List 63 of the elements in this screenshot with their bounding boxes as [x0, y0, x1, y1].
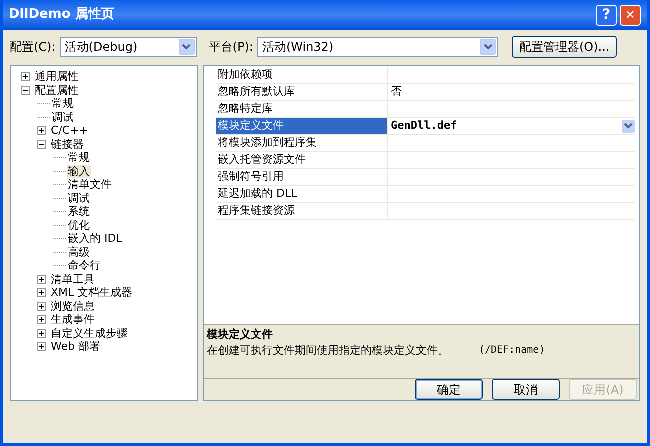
property-name: 忽略特定库	[216, 101, 388, 117]
property-row[interactable]: 嵌入托管资源文件	[216, 152, 635, 169]
property-row[interactable]: 延迟加载的 DLL	[216, 186, 635, 203]
tree-item[interactable]: 生成事件	[50, 313, 96, 326]
tree-item[interactable]: 命令行	[67, 259, 102, 272]
window-title: DllDemo 属性页	[9, 6, 114, 24]
property-row[interactable]: 强制符号引用	[216, 169, 635, 186]
tree-item[interactable]: C/C++	[50, 124, 90, 138]
close-button[interactable]: ✕	[620, 4, 641, 26]
property-name: 强制符号引用	[216, 169, 388, 185]
tree-item[interactable]: 链接器	[50, 138, 85, 151]
expand-icon[interactable]	[37, 328, 46, 338]
property-name: 模块定义文件	[216, 118, 388, 134]
tree-item[interactable]: 输入	[67, 164, 91, 178]
property-row[interactable]: 附加依赖项	[216, 67, 635, 84]
tree-item[interactable]: 自定义生成步骤	[50, 326, 129, 340]
tree-item[interactable]: 调试	[67, 192, 91, 205]
collapse-icon[interactable]	[21, 86, 30, 95]
expand-icon[interactable]	[37, 274, 46, 284]
tree-item[interactable]: Web 部署	[50, 340, 102, 354]
property-name: 附加依赖项	[216, 67, 388, 83]
property-row[interactable]: 将模块添加到程序集	[216, 135, 635, 152]
tree-item[interactable]: 浏览信息	[50, 300, 96, 313]
dialog-button[interactable]: 确定	[415, 379, 483, 400]
expand-icon[interactable]	[37, 342, 46, 352]
tree-item[interactable]: 常规	[67, 151, 91, 164]
tree-item[interactable]: 高级	[67, 246, 91, 259]
tree-item[interactable]: 嵌入的 IDL	[67, 232, 124, 246]
property-row[interactable]: 模块定义文件 GenDll.def	[216, 118, 635, 135]
tree-item[interactable]: 清单文件	[67, 178, 113, 192]
property-value: 否	[391, 84, 402, 100]
property-value: GenDll.def	[391, 118, 458, 134]
tree-item[interactable]: XML 文档生成器	[50, 286, 134, 300]
property-name: 延迟加载的 DLL	[216, 186, 388, 202]
platform-label: 平台(P):	[208, 39, 254, 56]
expand-icon[interactable]	[37, 288, 46, 298]
dropdown-field[interactable]: 活动(Debug)	[60, 37, 197, 57]
dropdown-field[interactable]: 活动(Win32)	[257, 37, 498, 57]
tree-item[interactable]: 清单工具	[50, 272, 96, 286]
help-button[interactable]: ?	[596, 4, 617, 26]
property-row[interactable]: 忽略所有默认库 否	[216, 84, 635, 101]
dialog-button[interactable]: 取消	[492, 379, 560, 400]
config-label: 配置(C):	[10, 39, 56, 56]
tree-item[interactable]: 配置属性	[34, 84, 80, 97]
property-name: 嵌入托管资源文件	[216, 152, 388, 168]
property-row[interactable]: 程序集链接资源	[216, 203, 635, 220]
expand-icon[interactable]	[37, 315, 46, 324]
config-manager-button[interactable]: 配置管理器(O)...	[512, 36, 617, 58]
switch-text: (/DEF:name)	[479, 344, 546, 358]
description-title: 模块定义文件	[207, 326, 274, 343]
tree-item[interactable]: 常规	[51, 97, 75, 110]
tree-item[interactable]: 优化	[67, 218, 91, 232]
tree-item[interactable]: 调试	[51, 110, 75, 124]
description-text: 在创建可执行文件期间使用指定的模块定义文件。	[207, 343, 449, 360]
expand-icon[interactable]	[37, 126, 46, 136]
property-name: 忽略所有默认库	[216, 84, 388, 100]
expand-icon[interactable]	[37, 302, 46, 311]
tree-item[interactable]: 通用属性	[34, 70, 80, 84]
property-name: 程序集链接资源	[216, 203, 388, 219]
property-name: 将模块添加到程序集	[216, 135, 388, 151]
tree-item[interactable]: 系统	[67, 205, 91, 218]
expand-icon[interactable]	[21, 72, 30, 82]
collapse-icon[interactable]	[37, 140, 46, 149]
